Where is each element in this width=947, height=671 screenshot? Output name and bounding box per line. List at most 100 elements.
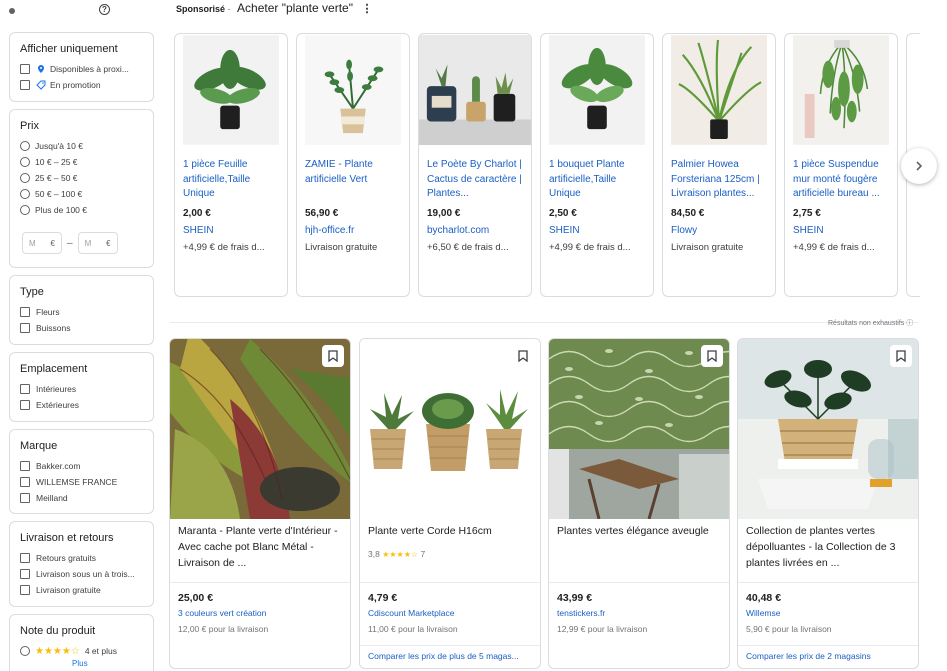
checkbox[interactable] (20, 461, 30, 471)
filter-option-promo[interactable]: En promotion (20, 77, 153, 93)
bookmark-button[interactable] (322, 345, 344, 367)
product-shop: Flowy (671, 225, 698, 236)
product-card[interactable]: 1 bouquet Plante artificielle,Taille Uni… (540, 33, 654, 297)
filter-option[interactable]: Livraison gratuite (20, 582, 153, 598)
product-image (793, 34, 889, 146)
checkbox[interactable] (20, 307, 30, 317)
radio[interactable] (20, 646, 30, 656)
dot-icon (9, 8, 15, 14)
filter-option[interactable]: Buissons (20, 320, 153, 336)
filter-option[interactable]: WILLEMSE FRANCE (20, 474, 153, 490)
price-option[interactable]: 50 € – 100 € (20, 186, 153, 202)
checkbox[interactable] (20, 553, 30, 563)
non-exhaustive-note[interactable]: Résultats non exhaustifs ⓘ (828, 318, 913, 328)
product-card[interactable]: ZAMIE - Plante artificielle Vert 56,90 €… (296, 33, 410, 297)
result-card[interactable]: Plantes vertes élégance aveugle 43,99 € … (548, 338, 730, 669)
radio[interactable] (20, 205, 30, 215)
filter-marque: Marque Bakker.com WILLEMSE FRANCE Meilla… (9, 429, 154, 514)
filter-option-nearby[interactable]: Disponibles à proxi... (20, 61, 153, 77)
result-card[interactable]: Plante verte Corde H16cm 3,8 ★★★★☆ 7 4,7… (359, 338, 541, 669)
result-card[interactable]: Collection de plantes vertes dépolluante… (737, 338, 919, 669)
price-min-input[interactable]: M € (22, 232, 62, 254)
filter-header: ? (9, 2, 110, 18)
filter-option[interactable]: Livraison sous un à trois... (20, 566, 153, 582)
bookmark-button[interactable] (890, 345, 912, 367)
checkbox[interactable] (20, 64, 30, 74)
product-card[interactable]: Palmier Howea Forsteriana 125cm | Livrai… (662, 33, 776, 297)
filter-option[interactable]: Extérieures (20, 397, 153, 413)
product-name[interactable]: 1 pièce Feuille artificielle,Taille Uniq… (183, 158, 279, 202)
result-shipping: 11,00 € pour la livraison (368, 624, 458, 634)
checkbox[interactable] (20, 477, 30, 487)
product-name[interactable]: 1 pièce Suspendue mur monté fougère arti… (793, 158, 889, 202)
product-price: 2,50 € (549, 208, 577, 219)
compare-prices-link[interactable]: Comparer les prix de plus de 5 magas... (368, 651, 519, 661)
next-carousel-button[interactable] (901, 148, 937, 184)
filter-option[interactable]: Intérieures (20, 381, 153, 397)
filter-heading: Type (20, 286, 44, 298)
price-option[interactable]: 25 € – 50 € (20, 170, 153, 186)
bookmark-button[interactable] (512, 345, 534, 367)
result-shop[interactable]: Cdiscount Marketplace (368, 608, 454, 618)
checkbox[interactable] (20, 569, 30, 579)
product-name[interactable]: Palmier Howea Forsteriana 125cm | Livrai… (671, 158, 767, 202)
chevron-right-icon (916, 161, 923, 171)
sponsored-header: Sponsorisé · Acheter "plante verte" ⋮ (176, 1, 372, 15)
filter-heading: Afficher uniquement (20, 43, 118, 55)
filter-option[interactable]: Retours gratuits (20, 550, 153, 566)
help-icon[interactable]: ? (99, 4, 110, 15)
product-card[interactable]: 1 pièce Suspendue mur monté fougère arti… (784, 33, 898, 297)
result-shop[interactable]: Willemse (746, 608, 780, 618)
product-shop: SHEIN (183, 225, 214, 236)
divider (170, 582, 350, 583)
checkbox[interactable] (20, 400, 30, 410)
price-option-label: 25 € – 50 € (35, 173, 78, 183)
price-option-label: Jusqu'à 10 € (35, 141, 83, 151)
product-price: 19,00 € (427, 208, 461, 219)
filter-option[interactable]: Bakker.com (20, 458, 153, 474)
result-shop[interactable]: 3 couleurs vert création (178, 608, 266, 618)
result-title[interactable]: Maranta - Plante verte d'Intérieur - Ave… (178, 523, 342, 573)
checkbox[interactable] (20, 384, 30, 394)
filter-option[interactable]: Meilland (20, 490, 153, 506)
product-price: 2,75 € (793, 208, 821, 219)
more-options-icon[interactable]: ⋮ (361, 3, 372, 15)
compare-prices-link[interactable]: Comparer les prix de 2 magasins (746, 651, 871, 661)
radio[interactable] (20, 189, 30, 199)
currency: € (106, 238, 111, 248)
radio[interactable] (20, 173, 30, 183)
product-name[interactable]: 1 bouquet Plante artificielle,Taille Uni… (549, 158, 645, 202)
checkbox[interactable] (20, 493, 30, 503)
filter-option-rating[interactable]: ★★★★☆ 4 et plus (20, 643, 153, 659)
product-shop: bycharlot.com (427, 225, 490, 236)
result-card[interactable]: Maranta - Plante verte d'Intérieur - Ave… (169, 338, 351, 669)
price-option[interactable]: 10 € – 25 € (20, 154, 153, 170)
product-shop: SHEIN (793, 225, 824, 236)
price-max-input[interactable]: M € (77, 232, 118, 254)
result-image (738, 339, 918, 519)
divider (549, 582, 729, 583)
bookmark-button[interactable] (701, 345, 723, 367)
price-option[interactable]: Jusqu'à 10 € (20, 138, 153, 154)
price-range: M € – M € (22, 232, 153, 254)
radio[interactable] (20, 157, 30, 167)
checkbox[interactable] (20, 585, 30, 595)
range-separator: – (67, 237, 73, 249)
result-title[interactable]: Plantes vertes élégance aveugle (557, 523, 721, 573)
price-option[interactable]: Plus de 100 € (20, 202, 153, 218)
filter-option[interactable]: Fleurs (20, 304, 153, 320)
product-name[interactable]: Le Poète By Charlot | Cactus de caractèr… (427, 158, 523, 202)
result-title[interactable]: Plante verte Corde H16cm (368, 523, 532, 545)
result-shop[interactable]: tenstickers.fr (557, 608, 605, 618)
checkbox[interactable] (20, 80, 30, 90)
checkbox[interactable] (20, 323, 30, 333)
product-card[interactable]: 1 pièce Feuille artificielle,Taille Uniq… (174, 33, 288, 297)
product-name[interactable]: ZAMIE - Plante artificielle Vert (305, 158, 401, 202)
result-image (549, 339, 729, 519)
product-card[interactable]: Le Poète By Charlot | Cactus de caractèr… (418, 33, 532, 297)
more-link[interactable]: Plus (72, 659, 153, 668)
radio[interactable] (20, 141, 30, 151)
product-shipping: +4,99 € de frais d... (549, 242, 631, 253)
info-icon[interactable]: ⓘ (906, 320, 913, 327)
result-title[interactable]: Collection de plantes vertes dépolluante… (746, 523, 910, 573)
